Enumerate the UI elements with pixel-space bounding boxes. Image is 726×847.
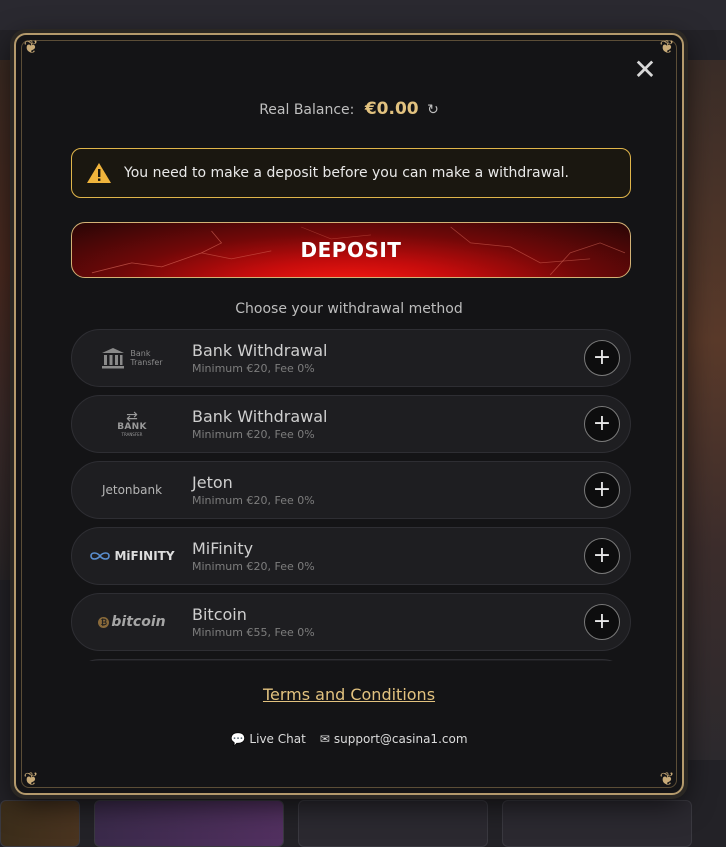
- expand-plus-icon[interactable]: +: [584, 604, 620, 640]
- balance-row: Real Balance: €0.00 ↻: [16, 99, 682, 119]
- logo-text: Transfer: [130, 358, 163, 367]
- method-name: Bank Withdrawal: [192, 341, 328, 360]
- infinity-icon: [90, 552, 111, 560]
- live-chat-label: Live Chat: [249, 732, 306, 746]
- game-thumbnail: [94, 800, 284, 847]
- method-minimum: Minimum €20,: [192, 494, 271, 507]
- method-fee: Fee 0%: [274, 362, 315, 375]
- warning-text: You need to make a deposit before you ca…: [124, 165, 570, 181]
- game-thumbnail: [298, 800, 488, 847]
- live-chat-link[interactable]: 💬 Live Chat: [230, 732, 305, 746]
- support-email-link[interactable]: ✉ support@casina1.com: [320, 732, 468, 746]
- method-next-partial[interactable]: [71, 659, 631, 661]
- method-name: Bitcoin: [192, 605, 247, 624]
- close-icon[interactable]: ✕: [632, 56, 658, 84]
- refresh-icon[interactable]: ↻: [427, 102, 439, 118]
- logo-text: Jetonbank: [101, 483, 163, 497]
- game-thumbnail: [0, 800, 80, 847]
- expand-plus-icon[interactable]: +: [584, 472, 620, 508]
- bank-building-icon: [102, 348, 125, 369]
- method-fee: Fee 0%: [274, 428, 315, 441]
- logo-text: BANK: [117, 422, 147, 432]
- envelope-icon: ✉: [319, 732, 330, 746]
- bank-transfer-2-logo: ⇄ BANK TRANSFER: [72, 395, 192, 453]
- method-bitcoin[interactable]: ₿ bitcoin Bitcoin Minimum €55, Fee 0% +: [71, 593, 631, 651]
- background-header: [0, 0, 726, 30]
- corner-ornament-icon: ❦: [23, 769, 39, 790]
- background-art-right: [682, 60, 726, 760]
- method-fee: Fee 0%: [274, 494, 315, 507]
- expand-plus-icon[interactable]: +: [584, 406, 620, 442]
- method-name: Jeton: [192, 473, 233, 492]
- chat-bubble-icon: 💬: [230, 732, 246, 746]
- jetonbank-logo: Jetonbank: [72, 461, 192, 519]
- method-name: Bank Withdrawal: [192, 407, 328, 426]
- terms-row: Terms and Conditions: [16, 685, 682, 704]
- game-thumbnail: [502, 800, 692, 847]
- deposit-button-label: DEPOSIT: [300, 238, 402, 262]
- method-fee: Fee 0%: [274, 560, 315, 573]
- background-game-thumbnails: [0, 800, 726, 847]
- deposit-button[interactable]: DEPOSIT: [71, 222, 631, 278]
- method-minimum: Minimum €20,: [192, 428, 271, 441]
- bitcoin-coin-icon: ₿: [98, 616, 110, 628]
- bank-transfer-logo: Bank Transfer: [72, 329, 192, 387]
- method-bank-withdrawal-2[interactable]: ⇄ BANK TRANSFER Bank Withdrawal Minimum …: [71, 395, 631, 453]
- balance-label: Real Balance:: [259, 102, 355, 118]
- method-minimum: Minimum €55,: [192, 626, 271, 639]
- mifinity-logo: MiFINITY: [72, 527, 192, 585]
- logo-text: MiFINITY: [114, 549, 175, 563]
- method-bank-withdrawal[interactable]: Bank Transfer Bank Withdrawal Minimum €20…: [71, 329, 631, 387]
- method-minimum: Minimum €20,: [192, 362, 271, 375]
- logo-text: TRANSFER: [121, 432, 143, 437]
- method-jeton[interactable]: Jetonbank Jeton Minimum €20, Fee 0% +: [71, 461, 631, 519]
- support-email-label: support@casina1.com: [333, 732, 468, 746]
- expand-plus-icon[interactable]: +: [584, 340, 620, 376]
- method-mifinity[interactable]: MiFINITY MiFinity Minimum €20, Fee 0% +: [71, 527, 631, 585]
- bitcoin-logo: ₿ bitcoin: [72, 593, 192, 651]
- warning-triangle-icon: [87, 163, 111, 183]
- expand-plus-icon[interactable]: +: [584, 538, 620, 574]
- logo-text: Bank: [130, 349, 151, 358]
- choose-method-label: Choose your withdrawal method: [235, 301, 463, 317]
- withdrawal-methods-list[interactable]: Bank Transfer Bank Withdrawal Minimum €20…: [71, 329, 631, 661]
- logo-text: bitcoin: [111, 614, 166, 630]
- method-name: MiFinity: [192, 539, 254, 558]
- deposit-required-warning: You need to make a deposit before you ca…: [71, 148, 631, 198]
- method-fee: Fee 0%: [274, 626, 315, 639]
- method-minimum: Minimum €20,: [192, 560, 271, 573]
- corner-ornament-icon: ❦: [659, 37, 675, 58]
- terms-and-conditions-link[interactable]: Terms and Conditions: [263, 685, 435, 704]
- withdrawal-modal: ❦ ❦ ❦ ❦ ✕ Real Balance: €0.00 ↻ You need…: [14, 33, 684, 795]
- corner-ornament-icon: ❦: [659, 769, 675, 790]
- balance-amount: €0.00: [364, 99, 419, 119]
- corner-ornament-icon: ❦: [23, 37, 39, 58]
- support-footer: 💬 Live Chat ✉ support@casina1.com: [16, 732, 682, 746]
